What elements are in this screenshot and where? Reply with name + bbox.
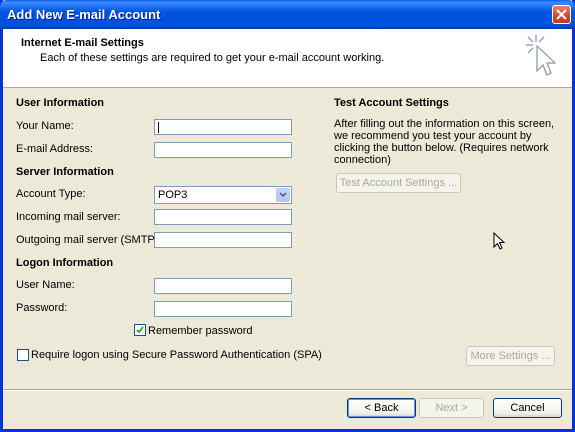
back-button[interactable]: < Back [347, 398, 416, 418]
account-type-select[interactable]: POP3 [154, 186, 292, 204]
incoming-server-input[interactable] [154, 209, 292, 225]
your-name-input[interactable] [154, 119, 292, 135]
cursor-click-icon [526, 35, 556, 76]
remember-password-label[interactable]: Remember password [148, 325, 253, 337]
password-input[interactable] [154, 301, 292, 317]
close-icon [556, 9, 567, 20]
incoming-server-label: Incoming mail server: [16, 211, 121, 223]
logon-info-heading: Logon Information [16, 257, 114, 269]
checkmark-icon [136, 326, 144, 334]
user-name-label: User Name: [16, 279, 75, 291]
title-bar[interactable]: Add New E-mail Account [0, 0, 575, 29]
user-name-input[interactable] [154, 278, 292, 294]
wizard-header: Internet E-mail Settings Each of these s… [3, 29, 572, 88]
outgoing-server-input[interactable] [154, 232, 292, 248]
next-button[interactable]: Next > [419, 398, 484, 418]
user-info-heading: User Information [16, 97, 105, 109]
remember-password-checkbox[interactable] [134, 324, 146, 336]
dropdown-button[interactable] [276, 188, 290, 202]
spa-label[interactable]: Require logon using Secure Password Auth… [31, 349, 322, 361]
text-caret [158, 122, 159, 133]
server-info-heading: Server Information [16, 166, 114, 178]
cancel-button[interactable]: Cancel [493, 398, 562, 418]
account-type-label: Account Type: [16, 188, 86, 200]
mouse-pointer-icon [493, 232, 506, 250]
test-settings-heading: Test Account Settings [334, 97, 449, 109]
your-name-label: Your Name: [16, 120, 74, 132]
more-settings-button[interactable]: More Settings ... [466, 346, 555, 366]
header-title: Internet E-mail Settings [21, 37, 144, 49]
spa-checkbox[interactable] [17, 349, 29, 361]
test-settings-description: After filling out the information on thi… [334, 118, 555, 166]
test-account-settings-button[interactable]: Test Account Settings ... [336, 173, 461, 193]
dialog-window: Add New E-mail Account Internet E-mail S… [0, 0, 575, 432]
chevron-down-icon [279, 192, 287, 198]
footer-divider [3, 389, 572, 391]
email-label: E-mail Address: [16, 143, 94, 155]
window-title: Add New E-mail Account [7, 7, 161, 22]
password-label: Password: [16, 302, 68, 314]
close-button[interactable] [552, 5, 571, 24]
account-type-value: POP3 [158, 189, 188, 201]
email-input[interactable] [154, 142, 292, 158]
outgoing-server-label: Outgoing mail server (SMTP): [16, 234, 162, 246]
header-subtitle: Each of these settings are required to g… [40, 52, 385, 64]
